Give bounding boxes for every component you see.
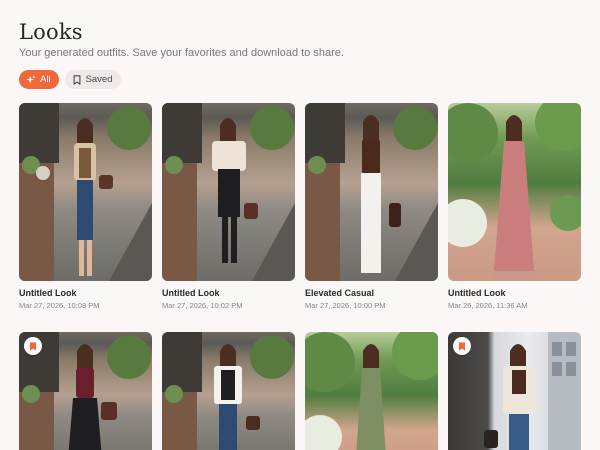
look-image — [162, 332, 295, 450]
look-image — [19, 103, 152, 281]
filter-bar: All Saved — [19, 70, 121, 89]
filter-all-label: All — [40, 74, 51, 85]
look-card[interactable]: Untitled Look Mar 27, 2026, 10:02 PM — [162, 103, 295, 310]
look-image — [162, 103, 295, 281]
bookmark-icon — [73, 74, 81, 85]
look-title: Elevated Casual — [305, 288, 375, 298]
page-title: Looks — [19, 20, 83, 44]
look-image — [305, 103, 438, 281]
look-card[interactable] — [305, 332, 438, 450]
look-date: Mar 27, 2026, 10:00 PM — [305, 301, 386, 310]
saved-badge[interactable] — [24, 337, 42, 355]
bookmark-filled-icon — [30, 341, 36, 351]
looks-grid-row-2 — [19, 332, 581, 450]
look-image — [448, 103, 581, 281]
look-card[interactable]: Untitled Look Mar 26, 2026, 11:36 AM — [448, 103, 581, 310]
look-card[interactable]: Untitled Look Mar 27, 2026, 10:08 PM — [19, 103, 152, 310]
look-date: Mar 27, 2026, 10:02 PM — [162, 301, 243, 310]
look-title: Untitled Look — [448, 288, 506, 298]
look-image — [305, 332, 438, 450]
bookmark-filled-icon — [459, 341, 465, 351]
saved-badge[interactable] — [453, 337, 471, 355]
sparkles-icon — [26, 74, 36, 83]
filter-saved-label: Saved — [85, 74, 113, 85]
look-card[interactable] — [19, 332, 152, 450]
looks-grid: Untitled Look Mar 27, 2026, 10:08 PM Unt… — [19, 103, 581, 310]
look-date: Mar 26, 2026, 11:36 AM — [448, 301, 528, 310]
filter-saved-button[interactable]: Saved — [64, 70, 121, 89]
look-title: Untitled Look — [162, 288, 220, 298]
page-subtitle: Your generated outfits. Save your favori… — [19, 47, 344, 59]
look-card[interactable]: Elevated Casual Mar 27, 2026, 10:00 PM — [305, 103, 438, 310]
look-date: Mar 27, 2026, 10:08 PM — [19, 301, 100, 310]
filter-all-button[interactable]: All — [19, 70, 59, 89]
look-card[interactable] — [448, 332, 581, 450]
look-title: Untitled Look — [19, 288, 77, 298]
look-card[interactable] — [162, 332, 295, 450]
